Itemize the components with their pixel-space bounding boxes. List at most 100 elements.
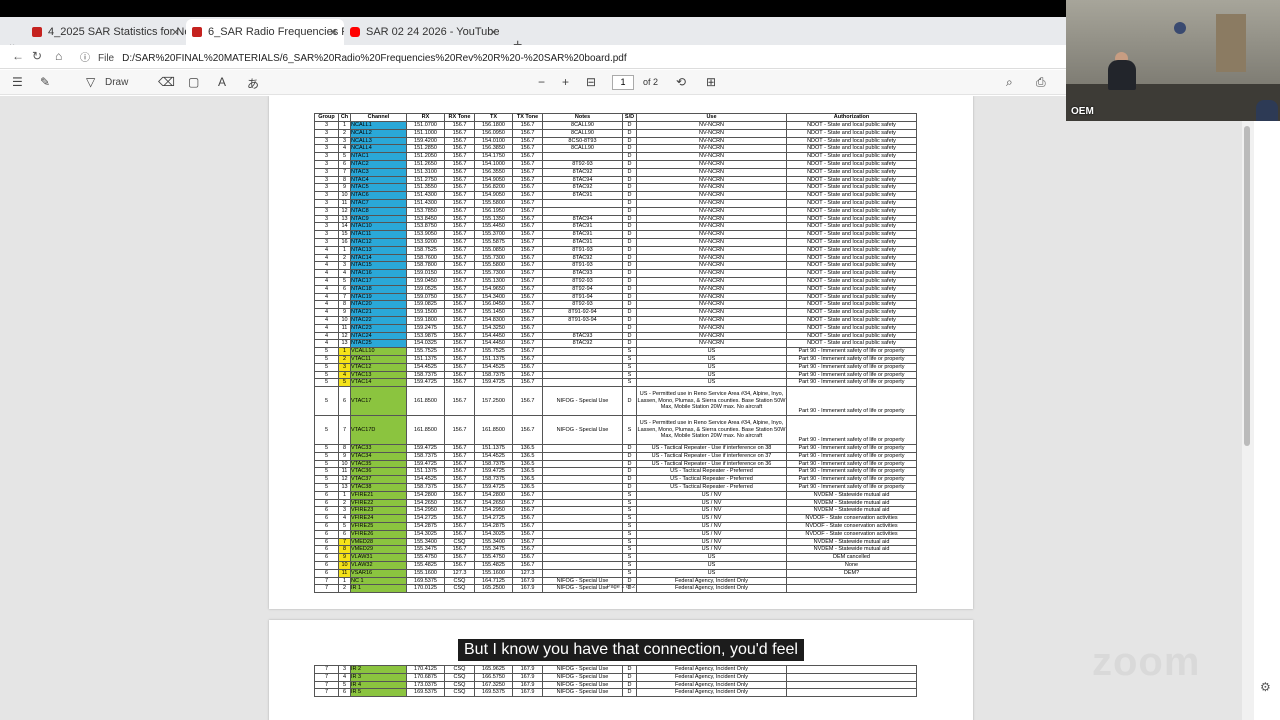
table-cell: 6: [314, 561, 339, 570]
table-cell: 154.4525: [406, 362, 445, 372]
tab-sar-statistics[interactable]: 4_2025 SAR Statistics for Nevada.p ✕: [26, 19, 186, 45]
table-cell: 3: [314, 198, 339, 208]
table-cell: NTAC14: [350, 253, 407, 263]
table-cell: 5: [314, 362, 339, 372]
print-icon[interactable]: ⎙: [1036, 75, 1046, 90]
draw-button[interactable]: Draw: [105, 77, 128, 88]
table-cell: 11: [338, 467, 351, 477]
page-view-icon[interactable]: ⊞: [706, 75, 716, 89]
table-cell: 156.7: [512, 292, 543, 302]
table-cell: [542, 568, 623, 578]
table-cell: D: [622, 206, 637, 216]
table-cell: 155.5800: [474, 198, 513, 208]
table-cell: US - Tactical Repeater - Preferred: [636, 483, 787, 492]
table-cell: NDOT - State and local public safety: [786, 300, 917, 310]
table-cell: NTAC18: [350, 284, 407, 294]
table-cell: 8T91-93: [542, 261, 623, 271]
table-cell: 154.4450: [474, 339, 513, 349]
table-row: 7 4 IR 3 170.6875 CSQ 166.5750 167.9 NIFOG - Sp…: [314, 672, 917, 682]
table-cell: 12: [338, 475, 351, 485]
table-cell: D: [622, 230, 637, 239]
table-cell: NVDEM - Statewide mutual aid: [786, 498, 917, 508]
table-cell: 153.7850: [406, 206, 445, 216]
table-cell: NVDOF - State conservation activities: [786, 522, 917, 531]
table-cell: 8T92-93: [542, 300, 623, 310]
table-cell: 156.7: [444, 483, 475, 492]
table-cell: NTAC16: [350, 269, 407, 278]
translate-icon[interactable]: あ: [247, 75, 259, 92]
table-cell: Federal Agency, Incident Only: [636, 665, 787, 674]
home-icon[interactable]: ⌂: [55, 49, 62, 63]
table-cell: 155.1600: [474, 568, 513, 578]
table-cell: NCALL1: [350, 121, 407, 130]
table-cell: D: [622, 308, 637, 317]
table-cell: NTAC13: [350, 245, 407, 255]
table-cell: 156.7: [512, 175, 543, 185]
table-cell: 155.4750: [474, 553, 513, 563]
table-cell: 151.1000: [406, 128, 445, 138]
close-icon[interactable]: ✕: [171, 26, 180, 39]
search-icon[interactable]: ⌕: [1006, 75, 1013, 90]
table-cell: 154.2875: [406, 522, 445, 531]
table-cell: Part 90 - Immenent safety of life or pro…: [786, 444, 917, 453]
table-cell: S: [622, 490, 637, 500]
back-icon[interactable]: ←: [12, 49, 24, 63]
table-cell: US: [636, 347, 787, 356]
table-cell: 156.7: [512, 315, 543, 325]
table-cell: 156.7: [444, 237, 475, 247]
table-cell: 2: [338, 253, 351, 263]
table-cell: 154.2725: [406, 514, 445, 524]
zoom-out-icon[interactable]: −: [538, 75, 545, 89]
table-cell: NV-NCRN: [636, 183, 787, 193]
text-box-icon[interactable]: ▢: [188, 75, 199, 89]
vertical-scrollbar[interactable]: [1242, 96, 1254, 720]
close-icon[interactable]: ✕: [489, 26, 498, 39]
zoom-in-icon[interactable]: +: [562, 75, 569, 89]
table-cell: 3: [314, 191, 339, 200]
erase-icon[interactable]: ⌫: [158, 75, 175, 89]
table-cell: NV-NCRN: [636, 308, 787, 317]
table-cell: 155.1450: [474, 308, 513, 317]
table-cell: 4: [314, 339, 339, 349]
table-cell: Part 90 - Immenent safety of life or pro…: [786, 467, 917, 477]
table-cell: NDOT - State and local public safety: [786, 284, 917, 294]
table-cell: CSQ: [444, 665, 475, 674]
page-number-input[interactable]: 1: [612, 75, 634, 90]
read-aloud-icon[interactable]: A: [218, 75, 226, 89]
table-cell: 159.4200: [406, 136, 445, 146]
table-cell: D: [622, 152, 637, 161]
table-cell: 156.7: [512, 269, 543, 278]
table-cell: 8TAC91: [542, 230, 623, 239]
settings-icon[interactable]: ⚙: [1260, 680, 1271, 694]
url-field[interactable]: ⓘ File D:/SAR%20FINAL%20MATERIALS/6_SAR%20…: [80, 49, 627, 64]
table-cell: VFIRE26: [350, 529, 407, 539]
os-top-bar: [0, 0, 1066, 17]
table-cell: Part 90 - Immenent safety of life or pro…: [786, 347, 917, 356]
table-row: 5 4 VTAC13 158.7375 156.7 158.7375 156.7 S US Par…: [314, 370, 917, 380]
tab-strip: ⌄ 4_2025 SAR Statistics for Nevada.p ✕ 6…: [0, 17, 1066, 54]
table-cell: NIFOG - Special Use: [542, 688, 623, 698]
table-cell: 4: [314, 331, 339, 341]
table-cell: Part 90 - Immenent safety of life or pro…: [786, 370, 917, 380]
rotate-icon[interactable]: ⟲: [676, 75, 686, 89]
table-row: 5 12 VTAC37 154.4525 156.7 158.7375 136.5 D US -…: [314, 475, 917, 485]
contents-icon[interactable]: ☰: [12, 75, 23, 89]
scrollbar-thumb[interactable]: [1244, 126, 1250, 446]
table-cell: NDOT - State and local public safety: [786, 206, 917, 216]
table-cell: S: [622, 537, 637, 547]
table-cell: 156.7: [444, 315, 475, 325]
reload-icon[interactable]: ↻: [32, 49, 42, 63]
tab-youtube[interactable]: SAR 02 24 2026 - YouTube ✕: [344, 19, 504, 45]
table-cell: 159.4725: [474, 467, 513, 477]
table-cell: US / NV: [636, 490, 787, 500]
table-cell: 4: [314, 308, 339, 317]
close-icon[interactable]: ✕: [329, 26, 338, 39]
table-cell: 4: [314, 269, 339, 278]
table-cell: 154.4525: [474, 451, 513, 461]
table-cell: VTAC38: [350, 483, 407, 492]
tab-radio-frequencies[interactable]: 6_SAR Radio Frequencies Rev R - ✕: [186, 19, 344, 45]
highlight-icon[interactable]: ✎: [40, 75, 50, 89]
draw-icon[interactable]: ▽: [86, 75, 95, 89]
table-cell: NDOT - State and local public safety: [786, 292, 917, 302]
fit-page-icon[interactable]: ⊟: [586, 75, 596, 89]
